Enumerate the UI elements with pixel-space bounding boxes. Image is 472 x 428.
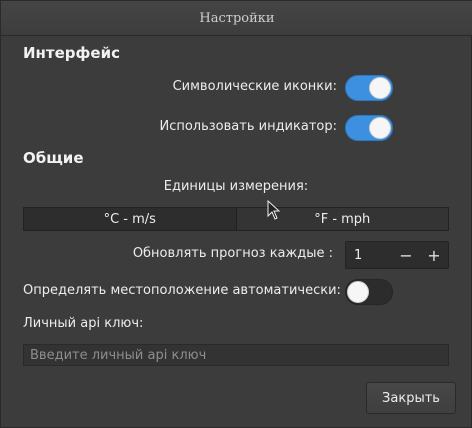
decrement-button[interactable]: − (392, 242, 420, 268)
symbolic-icons-label: Символические иконки: (172, 79, 337, 94)
window-title: Настройки (199, 10, 275, 26)
increment-button[interactable]: + (420, 242, 448, 268)
update-interval-value[interactable]: 1 (346, 248, 392, 263)
interface-heading: Интерфейс (23, 44, 120, 62)
api-key-label: Личный api ключ: (23, 316, 144, 331)
units-label: Единицы измерения: (163, 179, 309, 194)
use-indicator-label: Использовать индикатор: (159, 119, 337, 134)
mouse-pointer-icon (267, 200, 281, 220)
use-indicator-switch[interactable] (345, 115, 393, 141)
close-button[interactable]: Закрыть (366, 382, 456, 414)
autolocate-switch[interactable] (345, 279, 393, 305)
autolocate-label: Определять местоположение автоматически: (23, 283, 341, 298)
units-selector: °C - m/s °F - mph (23, 207, 449, 231)
symbolic-icons-switch[interactable] (345, 75, 393, 101)
units-option-metric[interactable]: °C - m/s (24, 208, 237, 230)
switch-knob (347, 281, 369, 303)
titlebar[interactable]: Настройки (1, 1, 472, 36)
switch-knob (369, 117, 391, 139)
update-interval-spinner: 1 − + (345, 241, 449, 269)
api-key-input[interactable] (23, 344, 449, 366)
general-heading: Общие (23, 149, 84, 167)
update-interval-label: Обновлять прогноз каждые : (132, 246, 333, 261)
switch-knob (369, 77, 391, 99)
preferences-window: Настройки Интерфейс Символические иконки… (0, 0, 472, 428)
